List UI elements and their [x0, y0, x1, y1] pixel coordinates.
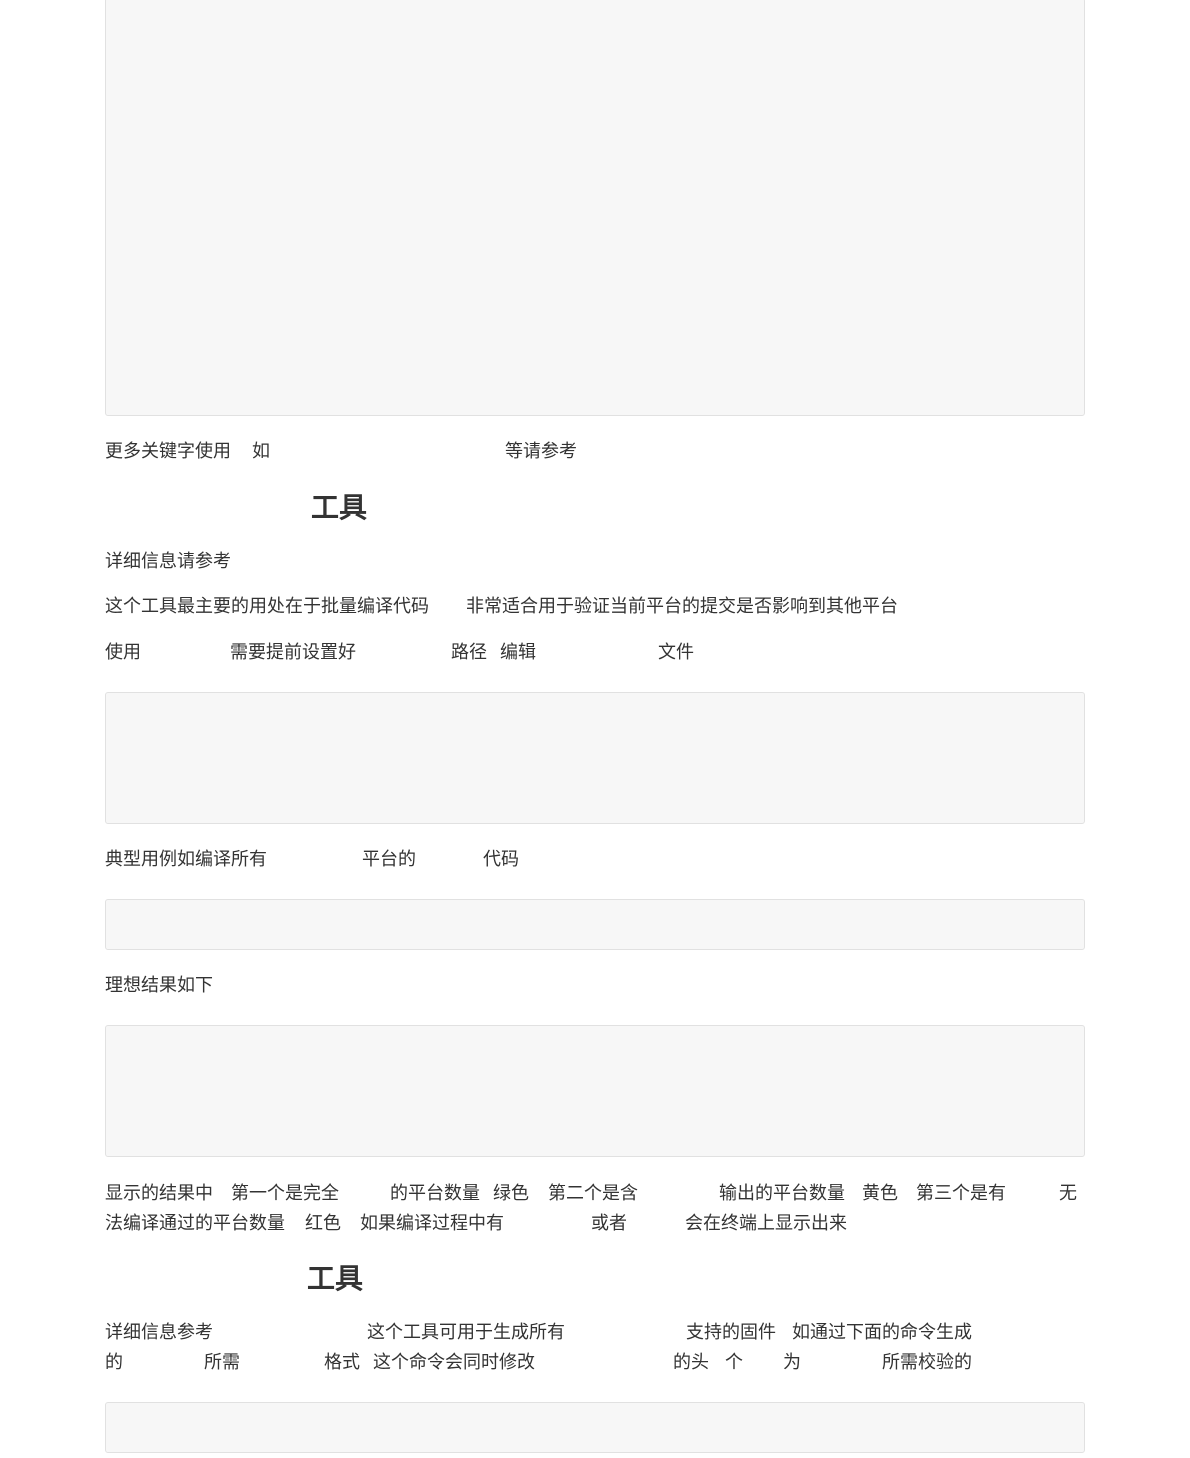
text-fragment: 为: [783, 1352, 801, 1373]
text-fragment: 详细信息请参考: [105, 551, 231, 572]
text-fragment: 如果编译过程中有: [360, 1213, 504, 1234]
text-fragment: 第二个是含: [548, 1183, 638, 1204]
text-fragment: 或者: [591, 1213, 627, 1234]
text-fragment: 等请参考: [505, 441, 577, 462]
text-fragment: 第三个是有: [916, 1183, 1006, 1204]
code-block-1: [105, 0, 1085, 416]
text-fragment: 所需: [204, 1352, 240, 1373]
text-fragment: 显示的结果中: [105, 1183, 213, 1204]
code-block-5: [105, 1402, 1085, 1453]
text-fragment: 这个工具最主要的用处在于批量编译代码: [105, 596, 429, 617]
text-fragment: 路径: [451, 642, 487, 663]
text-fragment: 需要提前设置好: [230, 642, 356, 663]
text-fragment: 所需校验的: [882, 1352, 972, 1373]
section-heading-2: 工具: [307, 1262, 364, 1295]
text-fragment: 黄色: [862, 1183, 898, 1204]
text-fragment: 非常适合用于验证当前平台的提交是否影响到其他平台: [466, 596, 898, 617]
code-block-3: [105, 899, 1085, 950]
text-fragment: 详细信息参考: [105, 1322, 213, 1343]
text-fragment: 使用: [105, 642, 141, 663]
code-block-4: [105, 1025, 1085, 1157]
code-block-2: [105, 692, 1085, 824]
text-fragment: 文件: [658, 642, 694, 663]
text-fragment: 无: [1059, 1183, 1077, 1204]
text-fragment: 法编译通过的平台数量: [105, 1213, 285, 1234]
text-fragment: 绿色: [493, 1183, 529, 1204]
text-fragment: 的头: [673, 1352, 709, 1373]
text-fragment: 如通过下面的命令生成: [792, 1322, 972, 1343]
text-fragment: 平台的: [362, 849, 416, 870]
text-fragment: 会在终端上显示出来: [685, 1213, 847, 1234]
text-fragment: 编辑: [500, 642, 536, 663]
text-fragment: 理想结果如下: [105, 975, 213, 996]
text-fragment: 的: [105, 1352, 123, 1373]
text-fragment: 如: [252, 441, 270, 462]
text-fragment: 第一个是完全: [231, 1183, 339, 1204]
text-fragment: 的平台数量: [390, 1183, 480, 1204]
section-heading-1: 工具: [311, 491, 368, 524]
text-fragment: 这个工具可用于生成所有: [367, 1322, 565, 1343]
text-fragment: 典型用例如编译所有: [105, 849, 267, 870]
text-fragment: 这个命令会同时修改: [373, 1352, 535, 1373]
text-fragment: 更多关键字使用: [105, 441, 231, 462]
text-fragment: 代码: [483, 849, 519, 870]
text-fragment: 个: [725, 1352, 743, 1373]
text-fragment: 支持的固件: [686, 1322, 776, 1343]
text-fragment: 红色: [305, 1213, 341, 1234]
text-fragment: 格式: [324, 1352, 360, 1373]
text-fragment: 输出的平台数量: [719, 1183, 845, 1204]
